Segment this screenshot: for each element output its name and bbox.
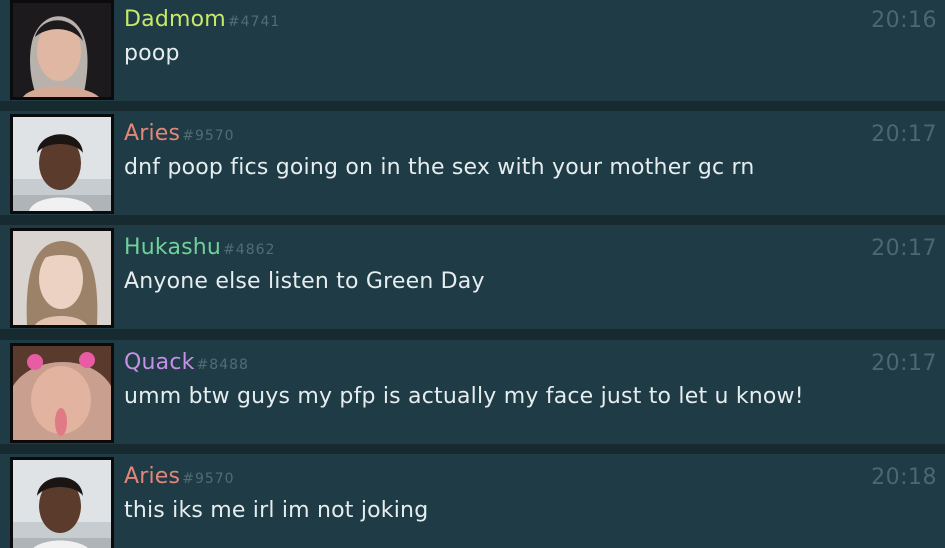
message-header: Quack #8488 xyxy=(124,350,249,376)
avatar[interactable] xyxy=(10,0,114,100)
chat-message: Aries #9570 20:18 this iks me irl im not … xyxy=(0,454,945,548)
username[interactable]: Quack xyxy=(124,350,195,375)
avatar[interactable] xyxy=(10,343,114,443)
chat-message: Dadmom #4741 20:16 poop xyxy=(0,0,945,101)
message-header: Aries #9570 xyxy=(124,121,235,147)
username[interactable]: Aries xyxy=(124,121,180,146)
timestamp: 20:17 xyxy=(871,236,937,261)
chat-log: Dadmom #4741 20:16 poop Aries #9570 20:17 … xyxy=(0,0,945,548)
chat-message: Aries #9570 20:17 dnf poop fics going on … xyxy=(0,111,945,215)
user-photo-avatar-icon xyxy=(13,117,111,211)
user-photo-avatar-icon xyxy=(13,3,111,97)
user-tag: #4862 xyxy=(223,242,276,258)
chat-message: Hukashu #4862 20:17 Anyone else listen to… xyxy=(0,225,945,329)
avatar[interactable] xyxy=(10,457,114,548)
user-tag: #8488 xyxy=(196,357,249,373)
timestamp: 20:17 xyxy=(871,351,937,376)
user-tag: #4741 xyxy=(227,14,281,30)
avatar[interactable] xyxy=(10,228,114,328)
user-tag: #9570 xyxy=(182,471,235,487)
user-tag: #9570 xyxy=(182,128,235,144)
user-photo-avatar-icon xyxy=(13,231,111,325)
chat-message: Quack #8488 20:17 umm btw guys my pfp is … xyxy=(0,340,945,444)
timestamp: 20:16 xyxy=(871,8,937,33)
username[interactable]: Aries xyxy=(124,464,180,489)
message-text: this iks me irl im not joking xyxy=(124,498,429,523)
username[interactable]: Hukashu xyxy=(124,235,221,260)
message-text: Anyone else listen to Green Day xyxy=(124,269,485,294)
user-photo-avatar-icon xyxy=(13,460,111,548)
timestamp: 20:18 xyxy=(871,465,937,490)
message-text: poop xyxy=(124,41,180,66)
timestamp: 20:17 xyxy=(871,122,937,147)
avatar[interactable] xyxy=(10,114,114,214)
message-text: dnf poop fics going on in the sex with y… xyxy=(124,155,755,180)
message-header: Aries #9570 xyxy=(124,464,235,490)
message-header: Dadmom #4741 xyxy=(124,7,280,33)
user-photo-avatar-icon xyxy=(13,346,111,440)
message-text: umm btw guys my pfp is actually my face … xyxy=(124,384,804,409)
username[interactable]: Dadmom xyxy=(124,7,226,32)
message-header: Hukashu #4862 xyxy=(124,235,275,261)
